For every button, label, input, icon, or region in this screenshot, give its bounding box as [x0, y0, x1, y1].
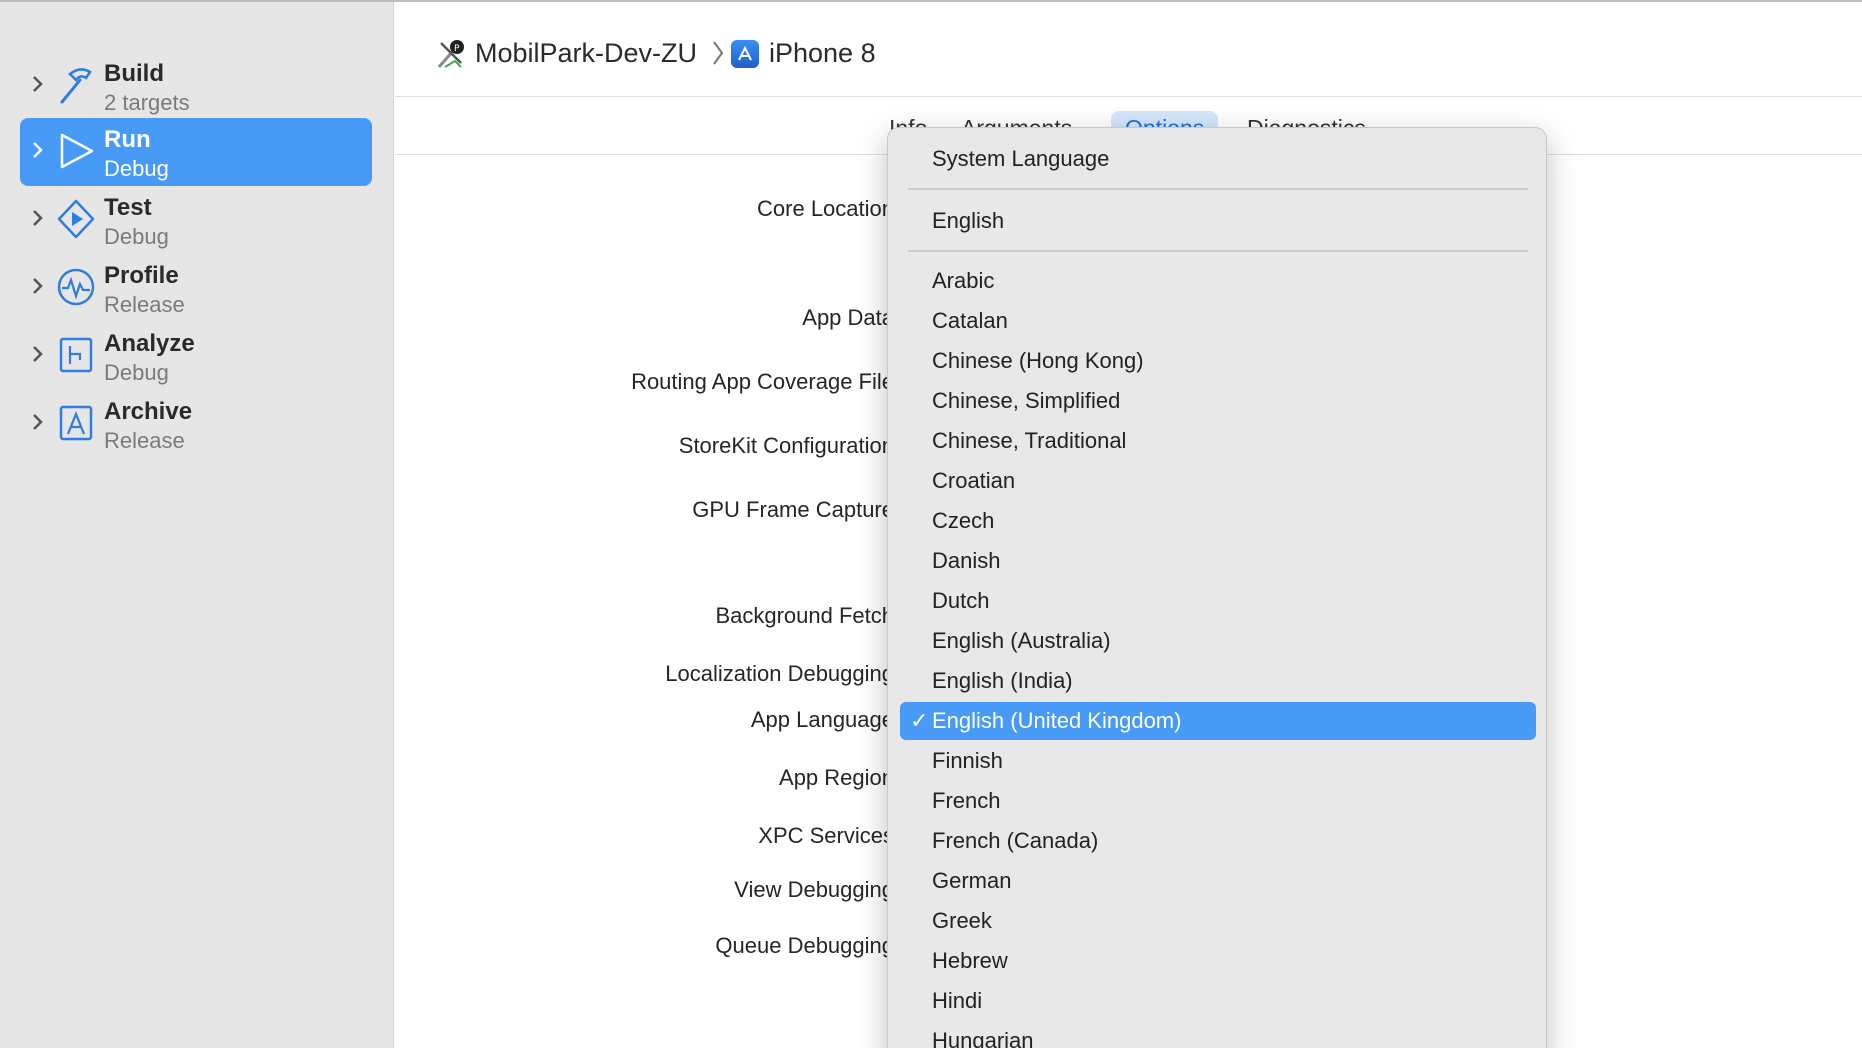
menu-item-language[interactable]: French (Canada) — [900, 822, 1536, 860]
localization-debugging-label: Localization Debugging — [665, 661, 894, 686]
menu-item-language[interactable]: Hindi — [900, 982, 1536, 1020]
sidebar-item-title: Test — [104, 194, 152, 221]
scheme-breadcrumb-bar: P MobilPark-Dev-ZU iPhone 8 — [395, 2, 1862, 97]
sidebar-item-title: Profile — [104, 262, 179, 289]
svg-text:P: P — [454, 44, 460, 54]
menu-item-language[interactable]: Chinese (Hong Kong) — [900, 342, 1536, 380]
view-debugging-label: View Debugging — [734, 877, 894, 902]
app-data-label: App Data — [802, 305, 894, 330]
menu-item-language[interactable]: English (India) — [900, 662, 1536, 700]
menu-item-language[interactable]: Hebrew — [900, 942, 1536, 980]
menu-item-language[interactable]: Croatian — [900, 462, 1536, 500]
sidebar-item-subtitle: Debug — [104, 360, 169, 385]
scheme-name[interactable]: MobilPark-Dev-ZU — [475, 38, 697, 69]
analyze-icon — [56, 334, 96, 376]
menu-item-language[interactable]: Dutch — [900, 582, 1536, 620]
core-location-label: Core Location — [757, 196, 894, 221]
menu-item-language[interactable]: French — [900, 782, 1536, 820]
menu-item-language[interactable]: Greek — [900, 902, 1536, 940]
menu-item-language-selected[interactable]: ✓ English (United Kingdom) — [900, 702, 1536, 740]
hammer-icon — [56, 64, 96, 106]
sidebar-item-title: Build — [104, 60, 164, 87]
menu-item-label: English (United Kingdom) — [932, 708, 1182, 733]
checkmark-icon: ✓ — [910, 708, 929, 733]
menu-item-language[interactable]: Chinese, Traditional — [900, 422, 1536, 460]
menu-item-language[interactable]: German — [900, 862, 1536, 900]
chevron-right-icon[interactable] — [26, 72, 50, 96]
sidebar-item-profile[interactable]: Profile Release — [20, 254, 372, 322]
menu-item-language[interactable]: Finnish — [900, 742, 1536, 780]
app-language-label: App Language — [750, 707, 894, 732]
simulator-icon — [731, 40, 759, 68]
menu-item-language[interactable]: English (Australia) — [900, 622, 1536, 660]
chevron-right-icon[interactable] — [26, 274, 50, 298]
scheme-editor-window: Build 2 targets Run Debug Test Debug Pro… — [0, 0, 1862, 1048]
sidebar-item-test[interactable]: Test Debug — [20, 186, 372, 254]
sidebar-item-subtitle: Release — [104, 428, 185, 453]
queue-debugging-label: Queue Debugging — [715, 933, 894, 958]
sidebar-item-subtitle: Debug — [104, 224, 169, 249]
sidebar-item-run[interactable]: Run Debug — [20, 118, 372, 186]
chevron-right-icon[interactable] — [26, 342, 50, 366]
sidebar-item-subtitle: Release — [104, 292, 185, 317]
menu-item-language[interactable]: Catalan — [900, 302, 1536, 340]
play-icon — [56, 130, 96, 172]
test-diamond-icon — [56, 198, 96, 240]
sidebar-item-title: Archive — [104, 398, 193, 425]
sidebar-item-title: Analyze — [104, 330, 195, 357]
sidebar-item-subtitle: Debug — [104, 156, 169, 181]
chevron-right-icon[interactable] — [26, 138, 50, 162]
app-target-icon: P — [435, 37, 467, 71]
menu-separator — [908, 250, 1528, 252]
breadcrumb-separator-icon — [711, 38, 725, 68]
app-region-label: App Region — [779, 765, 894, 790]
sidebar-item-title: Run — [104, 126, 151, 153]
menu-item-language[interactable]: Chinese, Simplified — [900, 382, 1536, 420]
scheme-actions-sidebar: Build 2 targets Run Debug Test Debug Pro… — [0, 2, 394, 1048]
sidebar-item-build[interactable]: Build 2 targets — [20, 52, 372, 120]
profile-waveform-icon — [56, 266, 96, 308]
menu-separator — [908, 188, 1528, 190]
gpu-frame-capture-label: GPU Frame Capture — [692, 497, 894, 522]
background-fetch-label: Background Fetch — [715, 603, 894, 628]
menu-item-system-language[interactable]: System Language — [900, 140, 1536, 178]
routing-app-coverage-file-label: Routing App Coverage File — [631, 369, 894, 394]
storekit-configuration-label: StoreKit Configuration — [678, 433, 894, 458]
menu-item-language[interactable]: Arabic — [900, 262, 1536, 300]
menu-item-language[interactable]: Hungarian — [900, 1022, 1536, 1048]
archive-icon — [56, 402, 96, 444]
menu-item-english[interactable]: English — [900, 202, 1536, 240]
menu-item-language[interactable]: Danish — [900, 542, 1536, 580]
sidebar-item-archive[interactable]: Archive Release — [20, 390, 372, 458]
xpc-services-label: XPC Services — [758, 823, 894, 848]
sidebar-item-subtitle: 2 targets — [104, 90, 190, 115]
sidebar-item-analyze[interactable]: Analyze Debug — [20, 322, 372, 390]
app-language-menu: System Language English Arabic Catalan C… — [887, 127, 1547, 1048]
menu-item-language[interactable]: Czech — [900, 502, 1536, 540]
chevron-right-icon[interactable] — [26, 410, 50, 434]
chevron-right-icon[interactable] — [26, 206, 50, 230]
run-destination[interactable]: iPhone 8 — [769, 38, 876, 69]
